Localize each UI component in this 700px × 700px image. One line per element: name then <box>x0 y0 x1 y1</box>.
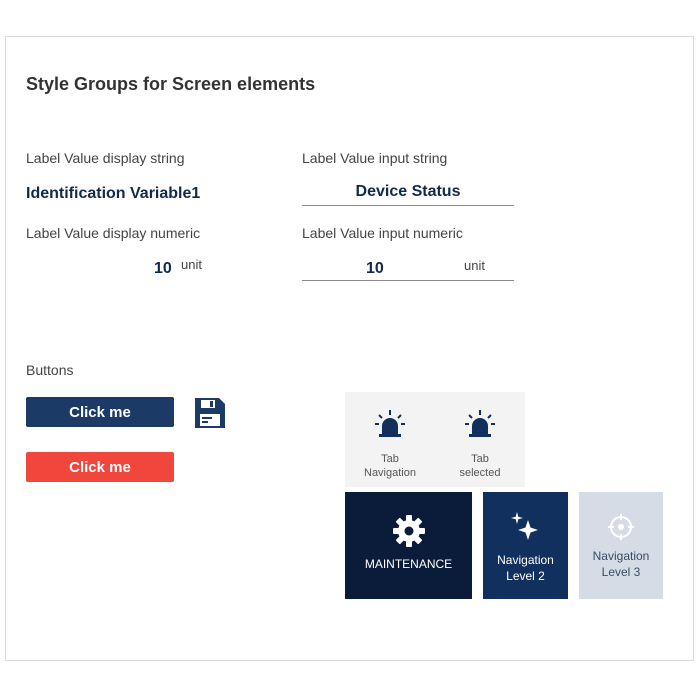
crosshair-icon <box>608 514 634 540</box>
click-me-danger-button[interactable]: Click me <box>26 452 174 482</box>
input-numeric-unit: unit <box>464 258 485 273</box>
display-numeric-label: Label Value display numeric <box>26 225 201 241</box>
input-string-field[interactable]: Device Status <box>302 183 514 206</box>
tab-selected-label: Tab selected <box>459 453 501 479</box>
input-numeric-value: 10 <box>366 260 384 277</box>
nav-level-2-tile[interactable]: Navigation Level 2 <box>483 492 568 599</box>
display-numeric-unit: unit <box>181 257 202 272</box>
input-numeric-field[interactable]: 10 unit <box>302 256 514 281</box>
sparkles-icon <box>511 512 538 540</box>
display-numeric-value: 10 <box>154 260 172 277</box>
tab-navigation-label: Tab Navigation <box>364 453 416 479</box>
input-string-label: Label Value input string <box>302 150 448 166</box>
tab-navigation[interactable]: Tab Navigation <box>345 392 435 487</box>
nav-level-3-tile[interactable]: Navigation Level 3 <box>579 492 663 599</box>
tab-selected[interactable]: Tab selected <box>435 392 525 487</box>
input-numeric-label: Label Value input numeric <box>302 225 463 241</box>
tab-bar: Tab Navigation Tab selected <box>345 392 525 487</box>
siren-icon <box>465 410 495 437</box>
gear-icon <box>393 515 425 547</box>
click-me-primary-button[interactable]: Click me <box>26 397 174 427</box>
nav-level-3-label: Navigation Level 3 <box>592 549 650 579</box>
floppy-disk-icon[interactable] <box>193 396 227 430</box>
nav-maintenance-label: MAINTENANCE <box>364 557 453 571</box>
page-title: Style Groups for Screen elements <box>26 74 316 94</box>
nav-maintenance-tile[interactable]: MAINTENANCE <box>345 492 472 599</box>
siren-icon <box>375 410 405 437</box>
display-string-label: Label Value display string <box>26 150 185 166</box>
display-string-value: Identification Variable1 <box>26 185 201 202</box>
buttons-section-label: Buttons <box>26 362 74 378</box>
nav-level-2-label: Navigation Level 2 <box>497 553 554 583</box>
